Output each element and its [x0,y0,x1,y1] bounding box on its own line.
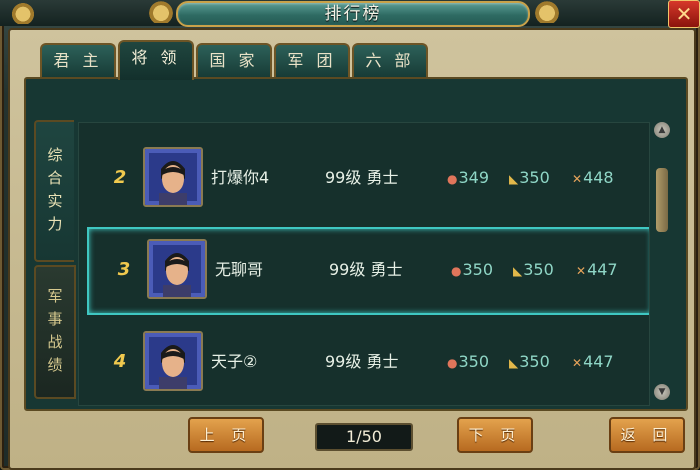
tab-general[interactable]: 将 领 [118,40,194,80]
stat-value: 350 [462,260,494,279]
title-bar: 排行榜 ✕ [0,0,700,28]
stat-value: 349 [458,168,490,187]
prev-page-button[interactable]: 上 页 [188,417,264,453]
tab-legion[interactable]: 军 团 [274,43,350,77]
scroll-thumb[interactable] [656,168,668,232]
side-tab-char: 力 [47,215,63,233]
next-page-button[interactable]: 下 页 [457,417,533,453]
avatar [143,147,203,207]
stat-weapon: ✕447 [572,321,614,404]
scroll-up-button[interactable]: ▲ [654,122,670,138]
side-tab-char: 军 [47,287,63,305]
right-ornament-icon [524,1,570,23]
corner-ornament-icon [2,2,44,24]
fist-icon: ● [447,172,458,186]
boot-icon: ◣ [509,356,519,370]
sword-icon: ✕ [572,356,583,370]
stat-value: 350 [519,352,550,371]
stat-value: 350 [519,168,550,187]
boot-icon: ◣ [513,264,523,278]
avatar [143,331,203,391]
tab-lord[interactable]: 君 主 [40,43,116,77]
side-tab-char: 实 [47,192,63,210]
player-level: 99级 勇士 [329,260,403,279]
chevron-up-icon: ▲ [658,125,666,135]
fist-icon: ● [447,356,458,370]
player-level: 99级 勇士 [325,168,399,187]
list-item-selected[interactable]: 3 无聊哥 99级 勇士 ●350 ◣350 ✕447 [87,227,649,315]
stat-value: 350 [458,352,490,371]
stat-weapon: ✕447 [576,229,618,312]
rank-number: 4 [113,351,127,372]
ranking-window: 排行榜 ✕ 君 主 将 领 国 家 军 团 六 部 综 合 实 力 军 事 战 … [0,0,700,470]
sword-icon: ✕ [576,264,587,278]
scroll-down-button[interactable]: ▼ [654,384,670,400]
back-button[interactable]: 返 回 [609,417,685,453]
stat-speed: ◣350 [513,229,554,312]
side-tab-char: 综 [47,146,63,164]
list-item[interactable]: 4 天子② 99级 勇士 ●350 ◣350 ✕447 [85,321,645,403]
stat-speed: ◣350 [509,137,550,220]
side-tab-char: 战 [47,333,63,351]
side-tab-char: 合 [47,169,63,187]
stat-attack: ●350 [447,321,489,404]
chevron-down-icon: ▼ [658,387,666,397]
stat-value: 448 [583,168,614,187]
fist-icon: ● [451,264,462,278]
stat-attack: ●349 [447,137,489,220]
window-title: 排行榜 [324,4,382,24]
stat-speed: ◣350 [509,321,550,404]
side-tab-overall-strength[interactable]: 综 合 实 力 [34,120,74,262]
tab-six-ministries[interactable]: 六 部 [352,43,428,77]
close-button[interactable]: ✕ [668,0,700,28]
avatar [147,239,207,299]
list-item[interactable]: 2 打爆你4 99级 勇士 ●349 ◣350 ✕448 [85,137,645,219]
rank-number: 3 [117,259,131,280]
tab-nation[interactable]: 国 家 [196,43,272,77]
stat-value: 447 [583,352,614,371]
side-tab-military-record[interactable]: 军 事 战 绩 [34,265,76,399]
side-tab-char: 绩 [47,356,63,374]
boot-icon: ◣ [509,172,519,186]
stat-value: 447 [587,260,618,279]
list-scrollbar[interactable]: ▲ ▼ [654,122,670,400]
ranking-list: 2 打爆你4 99级 勇士 ●349 ◣350 ✕448 3 无聊哥 99级 勇… [78,122,650,406]
sword-icon: ✕ [572,172,583,186]
stat-attack: ●350 [451,229,493,312]
stat-weapon: ✕448 [572,137,614,220]
player-level: 99级 勇士 [325,352,399,371]
rank-number: 2 [113,167,127,188]
player-name: 无聊哥 [215,260,264,279]
close-icon: ✕ [675,2,693,26]
player-name: 打爆你4 [211,168,270,187]
stat-value: 350 [523,260,554,279]
page-indicator: 1/50 [315,423,413,451]
title-plaque: 排行榜 [176,1,530,27]
player-name: 天子② [211,352,258,371]
side-tab-char: 事 [47,310,63,328]
